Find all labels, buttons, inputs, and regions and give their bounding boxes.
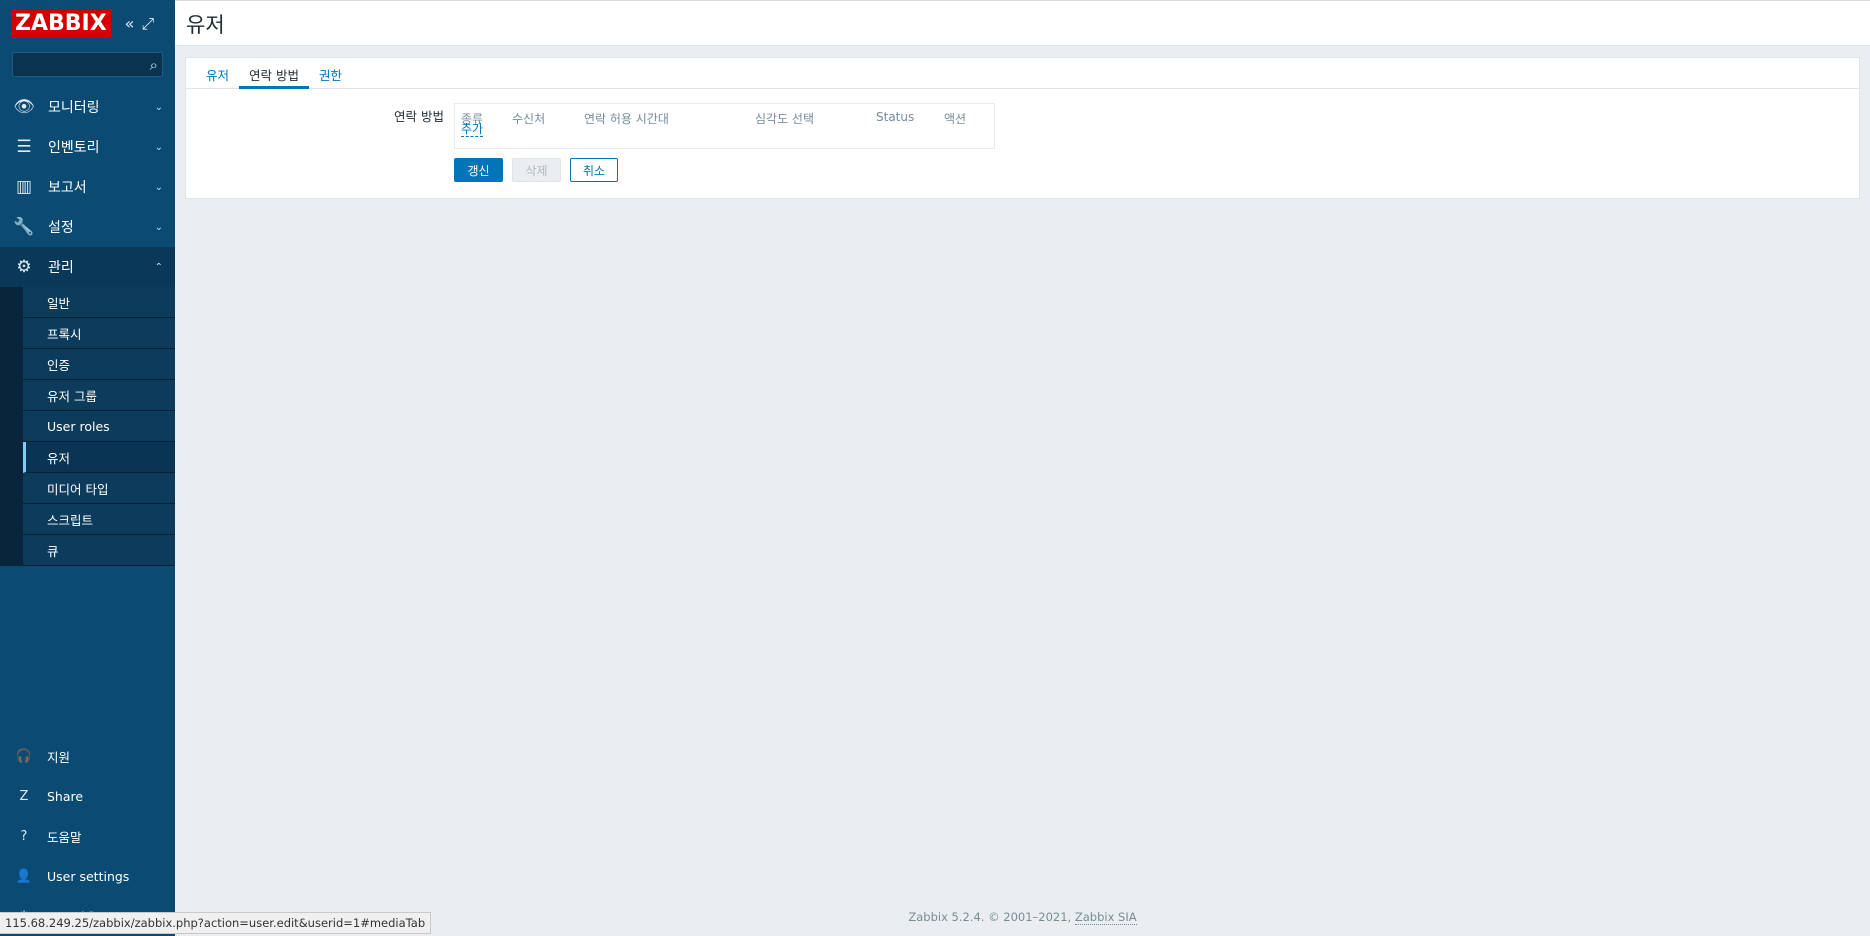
media-table: 종류 수신처 연락 허용 시간대 심각도 선택 Status 액션 추가 <box>454 103 995 149</box>
search-input[interactable] <box>13 53 162 76</box>
gear-icon: ⚙ <box>16 257 32 277</box>
media-label: 연락 방법 <box>394 109 444 124</box>
submenu-user-groups[interactable]: 유저 그룹 <box>23 380 175 411</box>
footer-text: Zabbix 5.2.4. © 2001–2021, <box>908 910 1072 924</box>
menu-administration[interactable]: ⚙ 관리 ⌃ <box>0 247 175 287</box>
user-icon: 👤 <box>15 868 33 884</box>
column-action: 액션 <box>944 112 967 126</box>
brand: ZABBIX « ⤢ <box>0 0 175 48</box>
submenu-proxies[interactable]: 프록시 <box>23 318 175 349</box>
menu-configuration[interactable]: 🔧 설정 ⌄ <box>0 207 175 247</box>
chevron-up-icon: ⌃ <box>154 261 163 273</box>
submenu-media-types[interactable]: 미디어 타입 <box>23 473 175 504</box>
eye-icon: 👁 <box>13 97 35 117</box>
submenu-general[interactable]: 일반 <box>23 287 175 318</box>
share-z-icon: Z <box>19 788 29 804</box>
menu-label: 설정 <box>48 220 74 236</box>
menu-label: 인벤토리 <box>48 140 100 156</box>
form-buttons: 갱신 삭제 취소 <box>454 158 618 182</box>
share-label: Share <box>47 788 84 804</box>
footer-link[interactable]: Zabbix SIA <box>1074 910 1137 925</box>
support-link[interactable]: 🎧 지원 <box>0 736 175 776</box>
help-link[interactable]: ? 도움말 <box>0 816 175 856</box>
administration-submenu: 일반 프록시 인증 유저 그룹 User roles 유저 미디어 타입 스크립… <box>0 287 175 566</box>
chevron-down-icon: ⌄ <box>154 101 163 113</box>
user-form-card: 유저 연락 방법 권한 연락 방법 종류 수신처 연락 허용 시간대 심각도 선… <box>185 57 1860 199</box>
menu-label: 모니터링 <box>48 100 100 116</box>
help-label: 도움말 <box>47 829 82 845</box>
search-box: ⌕ <box>12 52 163 77</box>
submenu-user-roles[interactable]: User roles <box>23 411 175 442</box>
menu-label: 보고서 <box>48 180 87 196</box>
column-send-to: 수신처 <box>512 112 546 126</box>
main-menu: 👁 모니터링 ⌄ ☰ 인벤토리 ⌄ ▥ 보고서 ⌄ 🔧 설정 ⌄ ⚙ 관리 ⌃ … <box>0 87 175 566</box>
bottom-menu: 🎧 지원 Z Share ? 도움말 👤 User settings ⏻ 로그 … <box>0 736 175 936</box>
report-chart-icon: ▥ <box>15 177 33 197</box>
user-settings-link[interactable]: 👤 User settings <box>0 856 175 896</box>
tab-bar: 유저 연락 방법 권한 <box>186 58 1859 89</box>
submenu-authentication[interactable]: 인증 <box>23 349 175 380</box>
chevron-down-icon: ⌄ <box>154 181 163 193</box>
wrench-icon: 🔧 <box>13 217 35 237</box>
submenu-queue[interactable]: 큐 <box>23 535 175 566</box>
delete-button: 삭제 <box>512 158 561 182</box>
tab-permissions[interactable]: 권한 <box>309 58 352 89</box>
chevron-down-icon: ⌄ <box>154 141 163 153</box>
share-link[interactable]: Z Share <box>0 776 175 816</box>
menu-label: 관리 <box>48 260 74 276</box>
page-title: 유저 <box>186 13 225 37</box>
question-icon: ? <box>20 828 28 844</box>
add-media-link[interactable]: 추가 <box>461 123 484 137</box>
menu-monitoring[interactable]: 👁 모니터링 ⌄ <box>0 87 175 127</box>
menu-reports[interactable]: ▥ 보고서 ⌄ <box>0 167 175 207</box>
collapse-sidebar-icon[interactable]: « <box>125 16 135 32</box>
zabbix-logo[interactable]: ZABBIX <box>11 10 111 38</box>
support-label: 지원 <box>47 749 71 765</box>
search-icon[interactable]: ⌕ <box>150 56 158 74</box>
tab-media[interactable]: 연락 방법 <box>239 58 309 89</box>
column-when-active: 연락 허용 시간대 <box>584 112 669 126</box>
chevron-down-icon: ⌄ <box>154 221 163 233</box>
sidebar: ZABBIX « ⤢ ⌕ 👁 모니터링 ⌄ ☰ 인벤토리 ⌄ ▥ 보고서 ⌄ 🔧… <box>0 0 175 936</box>
column-status: Status <box>876 110 915 124</box>
submenu-scripts[interactable]: 스크립트 <box>23 504 175 535</box>
user-settings-label: User settings <box>47 868 130 884</box>
update-button[interactable]: 갱신 <box>454 158 503 182</box>
submenu-users[interactable]: 유저 <box>23 442 175 473</box>
column-severity: 심각도 선택 <box>755 112 815 126</box>
page-header: 유저 <box>175 0 1870 46</box>
tab-user[interactable]: 유저 <box>196 58 239 89</box>
kiosk-mode-icon[interactable]: ⤢ <box>141 16 154 32</box>
menu-inventory[interactable]: ☰ 인벤토리 ⌄ <box>0 127 175 167</box>
browser-status-url: 115.68.249.25/zabbix/zabbix.php?action=u… <box>0 912 432 934</box>
headset-icon: 🎧 <box>15 748 33 764</box>
cancel-button[interactable]: 취소 <box>570 158 618 182</box>
list-icon: ☰ <box>16 137 32 157</box>
